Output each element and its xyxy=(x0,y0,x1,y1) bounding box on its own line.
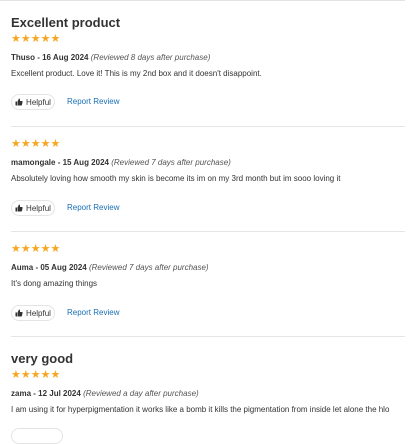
review-date: 05 Aug 2024 xyxy=(40,263,87,272)
review-meta: zama - 12 Jul 2024 (Reviewed a day after… xyxy=(11,389,199,399)
review-author: Thuso xyxy=(11,53,35,62)
helpful-button[interactable] xyxy=(11,428,63,444)
helpful-button[interactable]: Helpful xyxy=(11,305,55,321)
report-review-link[interactable]: Report Review xyxy=(67,97,119,107)
report-review-link[interactable]: Report Review xyxy=(67,203,119,213)
review-title: very good xyxy=(11,351,74,366)
review-body: It's dong amazing things xyxy=(11,279,98,288)
review-body: I am using it for hyperpigmentation it w… xyxy=(11,405,390,414)
review-body: Absolutely loving how smooth my skin is … xyxy=(11,174,341,183)
review-date: 16 Aug 2024 xyxy=(42,53,89,62)
review-timing-note: (Reviewed 7 days after purchase) xyxy=(111,158,231,167)
star-rating: ★★★★★ xyxy=(11,33,61,45)
review-item: ★★★★★ mamongale - 15 Aug 2024 (Reviewed … xyxy=(11,127,405,234)
review-actions: Helpful Report Review xyxy=(11,94,211,110)
review-timing-note: (Reviewed 7 days after purchase) xyxy=(88,263,209,272)
report-review-link[interactable]: Report Review xyxy=(67,308,119,318)
thumbs-up-icon xyxy=(15,98,23,106)
helpful-label: Helpful xyxy=(26,203,51,213)
review-item: Excellent product ★★★★★ Thuso - 16 Aug 2… xyxy=(11,0,405,130)
review-date: 15 Aug 2024 xyxy=(62,158,109,167)
star-rating: ★★★★★ xyxy=(11,369,61,381)
review-actions: Helpful Report Review xyxy=(11,305,211,321)
helpful-label: Helpful xyxy=(26,97,51,107)
review-date: 12 Jul 2024 xyxy=(38,389,81,398)
thumbs-up-icon xyxy=(15,204,23,212)
review-author: zama xyxy=(11,389,32,398)
meta-separator: - xyxy=(55,158,63,167)
review-author: mamongale xyxy=(11,158,56,167)
review-meta: Auma - 05 Aug 2024 (Reviewed 7 days afte… xyxy=(11,263,209,273)
review-timing-note: (Reviewed 8 days after purchase) xyxy=(90,53,211,62)
review-item: ★★★★★ Auma - 05 Aug 2024 (Reviewed 7 day… xyxy=(11,232,405,339)
review-item: very good ★★★★★ zama - 12 Jul 2024 (Revi… xyxy=(11,337,405,444)
helpful-button[interactable]: Helpful xyxy=(11,94,55,110)
star-rating: ★★★★★ xyxy=(11,138,61,150)
review-timing-note: (Reviewed a day after purchase) xyxy=(83,389,199,398)
helpful-label: Helpful xyxy=(26,308,51,318)
review-meta: Thuso - 16 Aug 2024 (Reviewed 8 days aft… xyxy=(11,53,210,63)
review-author: Auma xyxy=(11,263,34,272)
star-rating: ★★★★★ xyxy=(11,243,61,255)
review-body: Excellent product. Love it! This is my 2… xyxy=(11,69,262,78)
thumbs-up-icon xyxy=(15,309,23,317)
review-meta: mamongale - 15 Aug 2024 (Reviewed 7 days… xyxy=(11,158,231,168)
review-actions: Helpful Report Review xyxy=(11,200,211,216)
helpful-button[interactable]: Helpful xyxy=(11,200,55,216)
review-title: Excellent product xyxy=(11,15,121,30)
